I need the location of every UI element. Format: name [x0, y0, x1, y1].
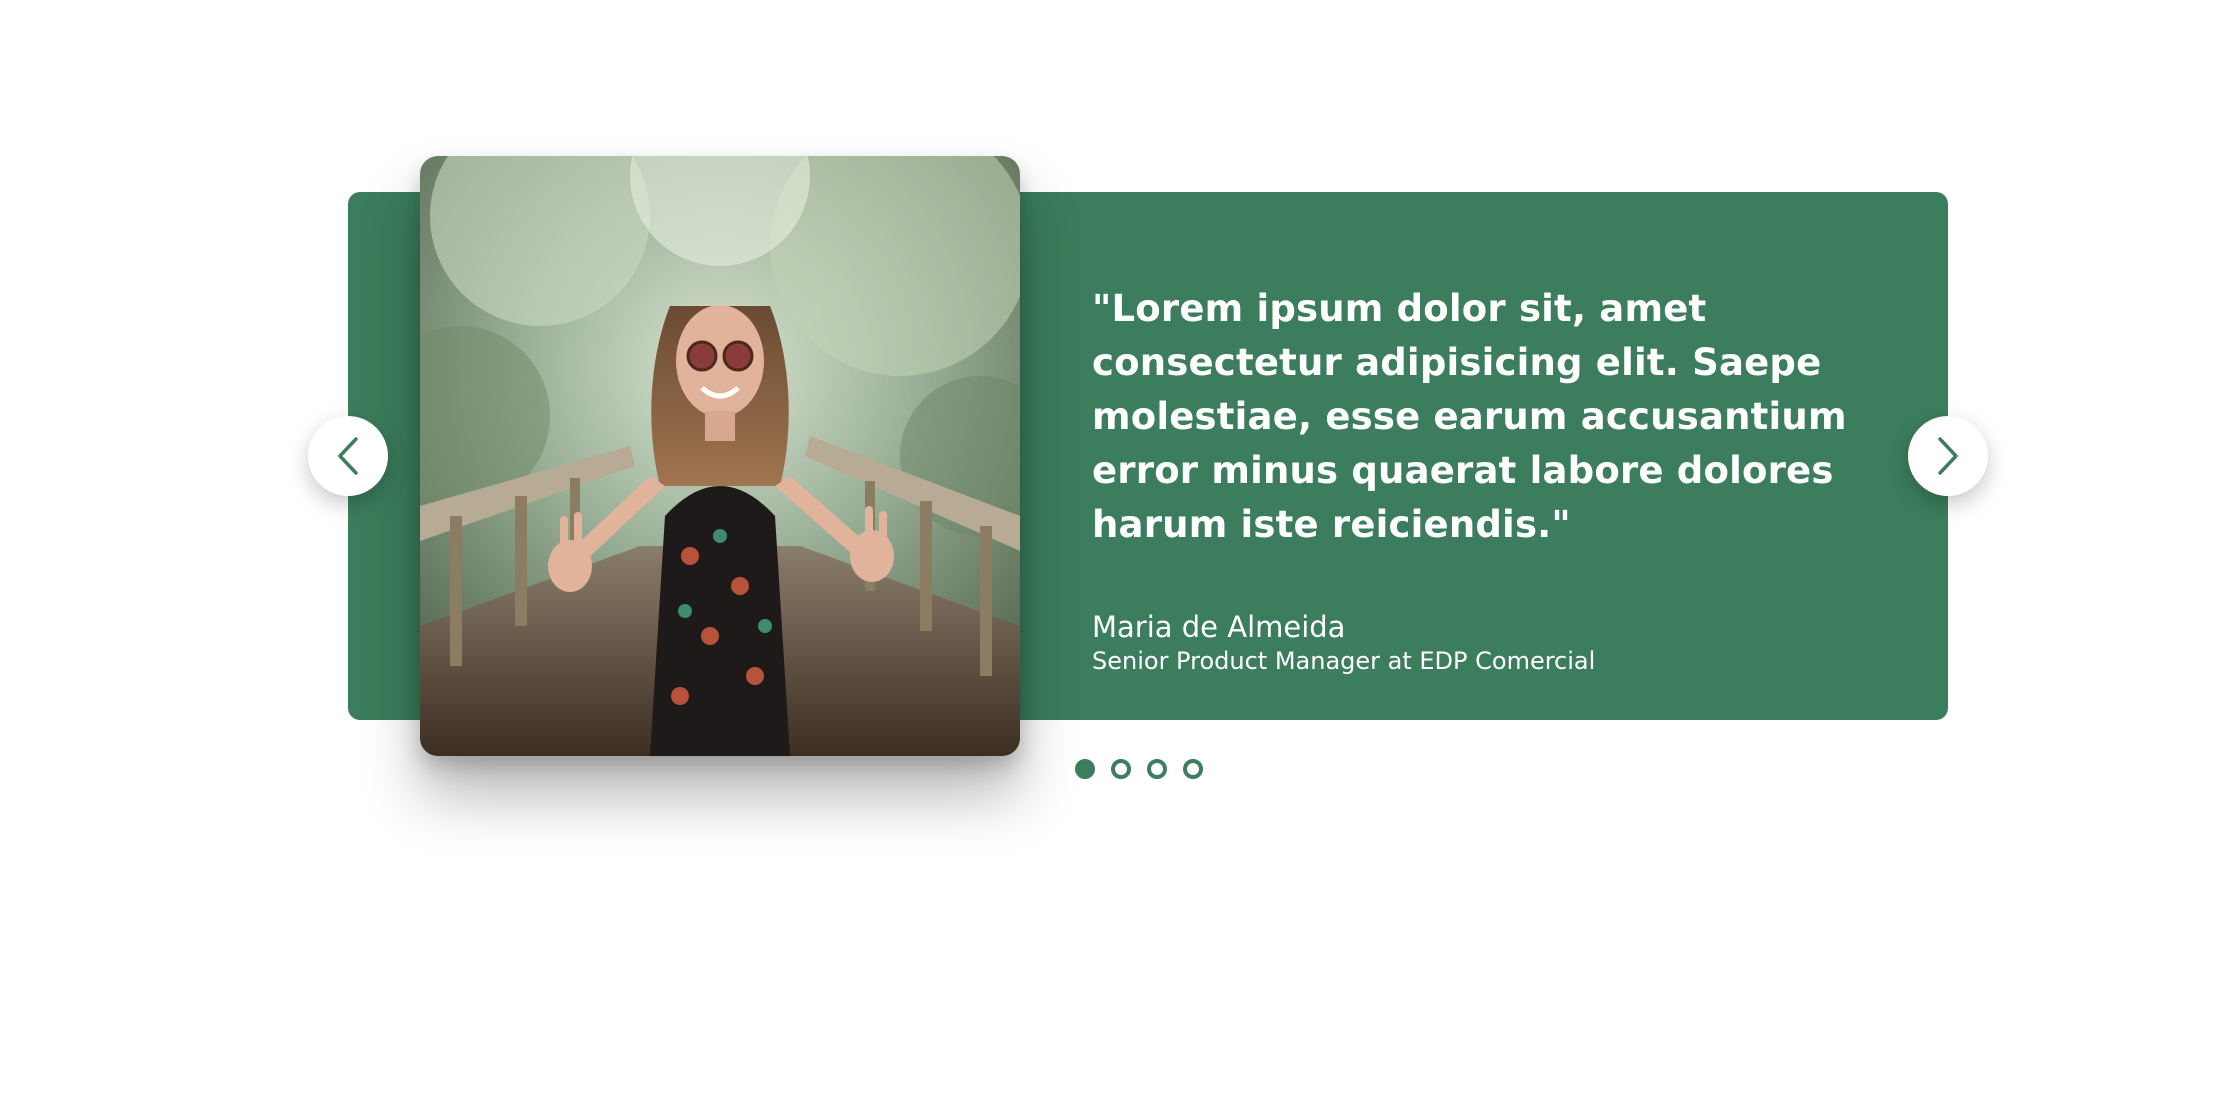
- pagination-dot-2[interactable]: [1111, 759, 1131, 779]
- pagination-dot-4[interactable]: [1183, 759, 1203, 779]
- author-name: Maria de Almeida: [1092, 610, 1346, 644]
- testimonial-quote: "Lorem ipsum dolor sit, amet consectetur…: [1092, 287, 1847, 546]
- testimonial-content: "Lorem ipsum dolor sit, amet consectetur…: [1092, 282, 1852, 676]
- testimonial-photo: [420, 156, 1020, 756]
- next-slide-button[interactable]: [1908, 416, 1988, 496]
- chevron-left-icon: [334, 436, 362, 476]
- testimonial-slider: "Lorem ipsum dolor sit, amet consectetur…: [0, 0, 2230, 1104]
- chevron-right-icon: [1934, 436, 1962, 476]
- previous-slide-button[interactable]: [308, 416, 388, 496]
- slide-pagination: [1075, 759, 1203, 779]
- author-role: Senior Product Manager at EDP Comercial: [1092, 647, 1596, 675]
- pagination-dot-3[interactable]: [1147, 759, 1167, 779]
- pagination-dot-1[interactable]: [1075, 759, 1095, 779]
